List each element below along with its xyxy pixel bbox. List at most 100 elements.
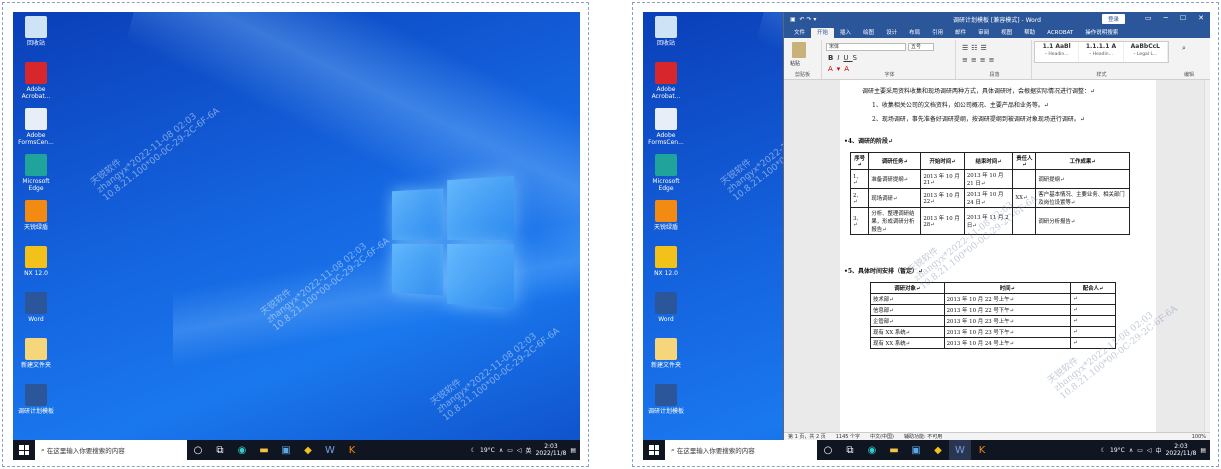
desktop-icon[interactable]: Adobe Acrobat... bbox=[15, 62, 57, 100]
app-icon bbox=[25, 200, 47, 222]
table-cell: 调研分析报告↵ bbox=[1035, 207, 1130, 235]
table-cell: 现有 XX 系统↵ bbox=[870, 326, 945, 338]
styles-gallery[interactable]: 1.1 AaBl ⁃ Headin... 1.1.1.1 A ⁃ Headin... A… bbox=[1034, 41, 1169, 63]
tab-0[interactable]: 文件 bbox=[788, 28, 811, 38]
cortana-icon[interactable]: ○ bbox=[187, 440, 209, 460]
ime-indicator[interactable]: 英 bbox=[526, 446, 532, 455]
cortana-icon[interactable]: ○ bbox=[817, 440, 839, 460]
start-button[interactable] bbox=[13, 440, 35, 460]
network-icon[interactable]: ▭ bbox=[507, 447, 513, 454]
font-name-select[interactable]: 宋体 bbox=[826, 43, 906, 51]
desktop-icon[interactable]: NX 12.0 bbox=[15, 246, 57, 277]
notification-icon[interactable]: ▤ bbox=[570, 447, 576, 454]
volume-icon[interactable]: ◁ bbox=[517, 447, 522, 454]
minimize-icon[interactable]: ─ bbox=[1164, 14, 1168, 22]
table-cell: ↵ bbox=[1070, 293, 1116, 305]
network-icon[interactable]: ▭ bbox=[1137, 447, 1143, 454]
style-item[interactable]: AaBbCcL ⁃ Legal L... bbox=[1124, 42, 1168, 62]
zoom-level[interactable]: 100% bbox=[1192, 434, 1210, 440]
desktop-icon[interactable]: 回收站 bbox=[645, 16, 687, 47]
ime-indicator[interactable]: 中 bbox=[1156, 446, 1162, 455]
desktop-icon[interactable]: 回收站 bbox=[15, 16, 57, 47]
store-icon[interactable]: ▣ bbox=[275, 440, 297, 460]
search-icon[interactable]: ⌕ bbox=[1182, 44, 1186, 53]
desktop-icon[interactable]: NX 12.0 bbox=[645, 246, 687, 277]
clock[interactable]: 2:03 2022/11/8 bbox=[536, 443, 567, 457]
tab-6[interactable]: 引用 bbox=[926, 28, 949, 38]
store-icon[interactable]: ▣ bbox=[905, 440, 927, 460]
desktop-icon[interactable]: Adobe FormsCen... bbox=[645, 108, 687, 146]
desktop-icon[interactable]: Adobe FormsCen... bbox=[15, 108, 57, 146]
file-explorer-icon[interactable]: ▬ bbox=[883, 440, 905, 460]
chevron-up-icon[interactable]: ∧ bbox=[1129, 447, 1133, 454]
desktop-icon[interactable]: Word bbox=[645, 292, 687, 323]
tab-4[interactable]: 设计 bbox=[880, 28, 903, 38]
maximize-icon[interactable]: ☐ bbox=[1180, 14, 1186, 22]
font-size-select[interactable]: 五号 bbox=[908, 43, 934, 51]
nx-icon[interactable]: ◆ bbox=[297, 440, 319, 460]
clock[interactable]: 2:03 2022/11/8 bbox=[1166, 443, 1197, 457]
style-item[interactable]: 1.1 AaBl ⁃ Headin... bbox=[1035, 42, 1080, 62]
tab-10[interactable]: 帮助 bbox=[1018, 28, 1041, 38]
app-icon bbox=[655, 62, 677, 84]
table-cell: 准备调研提纲↵ bbox=[868, 169, 922, 189]
tab-9[interactable]: 视图 bbox=[995, 28, 1018, 38]
edge-icon[interactable]: ◉ bbox=[231, 440, 253, 460]
task-view-icon[interactable]: ⧉ bbox=[839, 440, 861, 460]
desktop-icon[interactable]: 调研计划模板 bbox=[645, 384, 687, 415]
taskbar-search[interactable]: ⌕ 在这里输入你要搜索的内容 bbox=[665, 440, 817, 460]
edge-icon[interactable]: ◉ bbox=[861, 440, 883, 460]
table-cell: 2、↵ bbox=[849, 188, 870, 208]
desktop-icon[interactable]: 新建文件夹 bbox=[645, 338, 687, 369]
style-item[interactable]: 1.1.1.1 A ⁃ Headin... bbox=[1079, 42, 1124, 62]
tab-12[interactable]: 操作说明搜索 bbox=[1079, 28, 1124, 38]
close-icon[interactable]: ✕ bbox=[1198, 14, 1204, 22]
table-header: 结束时间↵ bbox=[963, 152, 1014, 170]
file-explorer-icon[interactable]: ▬ bbox=[253, 440, 275, 460]
paste-button[interactable]: 粘贴 bbox=[790, 60, 800, 67]
list-buttons[interactable]: ☰☷☰ bbox=[962, 44, 990, 52]
word-icon[interactable]: W bbox=[319, 440, 341, 460]
tab-8[interactable]: 审阅 bbox=[972, 28, 995, 38]
tab-7[interactable]: 邮件 bbox=[949, 28, 972, 38]
word-icon[interactable]: W bbox=[949, 440, 971, 460]
table-cell: 客户基本情况、主要业务、相关部门及岗位设置等↵ bbox=[1035, 188, 1130, 208]
desktop-icon[interactable]: Adobe Acrobat... bbox=[645, 62, 687, 100]
tab-11[interactable]: ACROBAT bbox=[1041, 30, 1079, 38]
desktop-icon[interactable]: 天锐绿盾 bbox=[15, 200, 57, 231]
vertical-scrollbar[interactable] bbox=[1204, 80, 1210, 432]
task-view-icon[interactable]: ⧉ bbox=[209, 440, 231, 460]
format-buttons[interactable]: BIUS bbox=[828, 54, 861, 62]
ribbon-display-icon[interactable]: ▭ bbox=[1145, 14, 1152, 22]
tab-3[interactable]: 绘图 bbox=[857, 28, 880, 38]
desktop-icon[interactable]: 新建文件夹 bbox=[15, 338, 57, 369]
windows-logo-wallpaper bbox=[392, 175, 516, 309]
tianrui-icon[interactable]: K bbox=[971, 440, 993, 460]
tab-1[interactable]: 开始 bbox=[811, 28, 835, 38]
desktop-icon[interactable]: 调研计划模板 bbox=[15, 384, 57, 415]
desktop-icon-label: Word bbox=[28, 316, 44, 323]
desktop-icon-label: 调研计划模板 bbox=[17, 408, 54, 415]
table-cell: 3、↵ bbox=[849, 207, 870, 235]
table-cell: 2013 年 10 月 24 号上午↵ bbox=[943, 337, 1072, 349]
tianrui-icon[interactable]: K bbox=[341, 440, 363, 460]
table-header: 开始时间↵ bbox=[920, 152, 965, 170]
paste-icon[interactable] bbox=[792, 42, 806, 58]
tab-5[interactable]: 布局 bbox=[903, 28, 926, 38]
desktop-icon[interactable]: Word bbox=[15, 292, 57, 323]
login-button[interactable]: 登录 bbox=[1102, 14, 1126, 24]
document-page[interactable]: 调研主要采用资料收集和现场调研两种方式，具体调研时，会根据实际情况进行调整：↵ … bbox=[840, 80, 1180, 432]
desktop-icon[interactable]: Microsoft Edge bbox=[645, 154, 687, 192]
volume-icon[interactable]: ◁ bbox=[1147, 447, 1152, 454]
table-row: 企管部↵ 2013 年 10 月 23 号上午↵ ↵ bbox=[870, 315, 1116, 327]
taskbar-search[interactable]: ⌕ 在这里输入你要搜索的内容 bbox=[35, 440, 187, 460]
desktop-icon[interactable]: 天锐绿盾 bbox=[645, 200, 687, 231]
chevron-up-icon[interactable]: ∧ bbox=[499, 447, 503, 454]
tab-2[interactable]: 插入 bbox=[834, 28, 857, 38]
table-cell: ↵ bbox=[1070, 315, 1116, 327]
nx-icon[interactable]: ◆ bbox=[927, 440, 949, 460]
notification-icon[interactable]: ▤ bbox=[1200, 447, 1206, 454]
desktop-icon[interactable]: Microsoft Edge bbox=[15, 154, 57, 192]
align-buttons[interactable]: ≡≡≡≡ bbox=[962, 56, 997, 64]
start-button[interactable] bbox=[643, 440, 665, 460]
